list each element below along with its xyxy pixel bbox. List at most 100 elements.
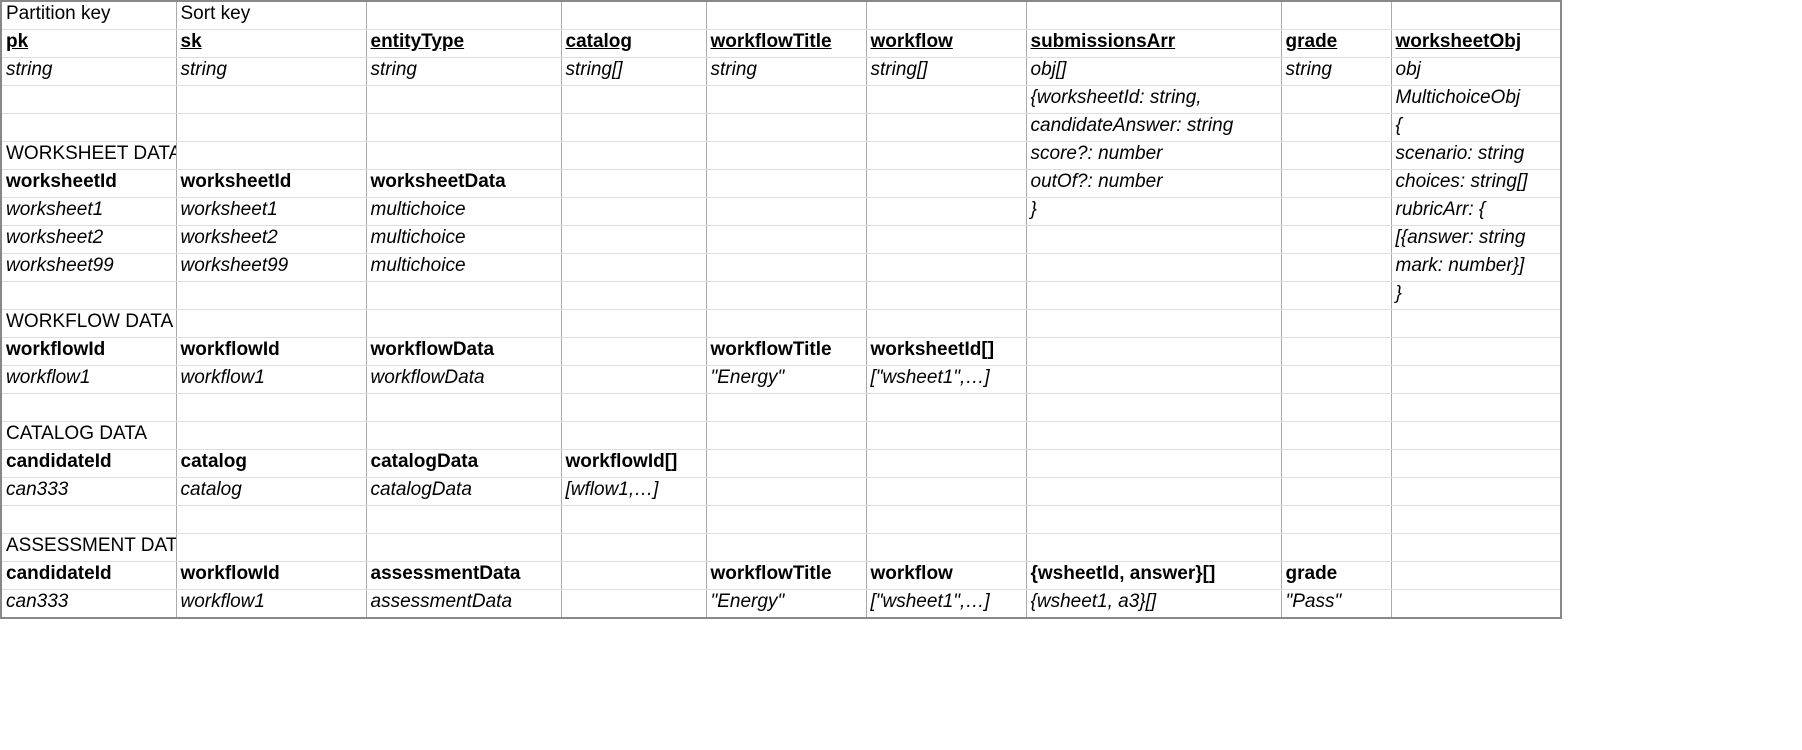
table-cell — [706, 1, 866, 30]
table-cell: worksheet2 — [176, 226, 366, 254]
table-cell: assessmentData — [366, 590, 561, 619]
table-cell — [1, 282, 176, 310]
table-cell — [366, 506, 561, 534]
table-cell: submissionsArr — [1026, 30, 1281, 58]
table-row: candidateIdworkflowIdassessmentDataworkf… — [1, 562, 1561, 590]
table-row: WORKSHEET DATAscore?: numberscenario: st… — [1, 142, 1561, 170]
table-cell — [1, 394, 176, 422]
table-cell: "Pass" — [1281, 590, 1391, 619]
table-cell — [1281, 142, 1391, 170]
table-cell: ASSESSMENT DATA — [1, 534, 176, 562]
table-cell — [706, 282, 866, 310]
table-cell — [1281, 506, 1391, 534]
table-cell — [1391, 366, 1561, 394]
table-cell — [366, 114, 561, 142]
table-cell — [706, 170, 866, 198]
table-cell: mark: number}] — [1391, 254, 1561, 282]
table-cell — [366, 310, 561, 338]
table-row: Partition keySort key — [1, 1, 1561, 30]
table-cell — [866, 310, 1026, 338]
table-cell — [866, 254, 1026, 282]
table-cell — [706, 142, 866, 170]
table-row: worksheet99worksheet99multichoicemark: n… — [1, 254, 1561, 282]
table-cell — [866, 114, 1026, 142]
table-cell: multichoice — [366, 226, 561, 254]
table-cell: {wsheetId, answer}[] — [1026, 562, 1281, 590]
table-cell: workflow — [866, 30, 1026, 58]
table-cell: workflowId[] — [561, 450, 706, 478]
table-cell — [1391, 422, 1561, 450]
table-cell — [176, 282, 366, 310]
table-cell — [1, 506, 176, 534]
table-cell — [866, 1, 1026, 30]
table-cell: string — [706, 58, 866, 86]
table-cell: catalog — [176, 450, 366, 478]
table-cell: catalog — [561, 30, 706, 58]
table-row: worksheet2worksheet2multichoice[{answer:… — [1, 226, 1561, 254]
table-cell — [1026, 1, 1281, 30]
table-cell: worksheet2 — [1, 226, 176, 254]
table-row: {worksheetId: string,MultichoiceObj — [1, 86, 1561, 114]
table-row: ASSESSMENT DATA — [1, 534, 1561, 562]
table-cell — [1026, 310, 1281, 338]
table-cell — [1391, 394, 1561, 422]
table-cell — [706, 478, 866, 506]
table-cell: workflowData — [366, 366, 561, 394]
table-cell — [561, 114, 706, 142]
table-cell — [1281, 338, 1391, 366]
table-cell: catalogData — [366, 478, 561, 506]
table-cell: choices: string[] — [1391, 170, 1561, 198]
table-cell: WORKSHEET DATA — [1, 142, 176, 170]
table-cell — [1281, 1, 1391, 30]
table-cell: WORKFLOW DATA — [1, 310, 176, 338]
table-cell: worksheet99 — [176, 254, 366, 282]
table-cell: workflow1 — [176, 590, 366, 619]
table-cell — [1, 86, 176, 114]
table-cell — [1281, 478, 1391, 506]
table-cell — [561, 226, 706, 254]
table-cell — [561, 506, 706, 534]
table-cell — [866, 422, 1026, 450]
table-cell — [1281, 366, 1391, 394]
table-cell — [366, 394, 561, 422]
table-cell — [1391, 534, 1561, 562]
table-cell: pk — [1, 30, 176, 58]
table-row: pkskentityTypecatalogworkflowTitleworkfl… — [1, 30, 1561, 58]
table-cell: worksheetObj — [1391, 30, 1561, 58]
table-cell — [1281, 254, 1391, 282]
table-cell — [1391, 506, 1561, 534]
table-cell — [706, 506, 866, 534]
table-cell — [866, 170, 1026, 198]
table-cell — [1281, 422, 1391, 450]
table-cell: score?: number — [1026, 142, 1281, 170]
table-cell: worksheetId[] — [866, 338, 1026, 366]
table-row: } — [1, 282, 1561, 310]
table-cell — [1391, 562, 1561, 590]
table-cell — [1281, 114, 1391, 142]
table-cell: sk — [176, 30, 366, 58]
table-cell — [176, 394, 366, 422]
table-cell — [866, 142, 1026, 170]
table-cell — [1281, 310, 1391, 338]
table-cell — [706, 422, 866, 450]
table-cell — [1281, 450, 1391, 478]
table-cell — [176, 114, 366, 142]
table-cell: can333 — [1, 478, 176, 506]
table-cell — [561, 254, 706, 282]
table-cell — [561, 394, 706, 422]
table-cell — [1281, 86, 1391, 114]
table-cell — [1391, 590, 1561, 619]
table-cell — [866, 394, 1026, 422]
table-row: candidateAnswer: string{ — [1, 114, 1561, 142]
table-cell — [866, 534, 1026, 562]
table-row: worksheetIdworksheetIdworksheetDataoutOf… — [1, 170, 1561, 198]
table-cell — [706, 534, 866, 562]
table-cell — [1281, 282, 1391, 310]
table-cell: worksheet1 — [176, 198, 366, 226]
table-row: WORKFLOW DATA — [1, 310, 1561, 338]
table-cell — [706, 226, 866, 254]
table-cell: } — [1026, 198, 1281, 226]
table-cell: worksheetData — [366, 170, 561, 198]
table-cell — [1, 114, 176, 142]
table-cell — [1281, 226, 1391, 254]
